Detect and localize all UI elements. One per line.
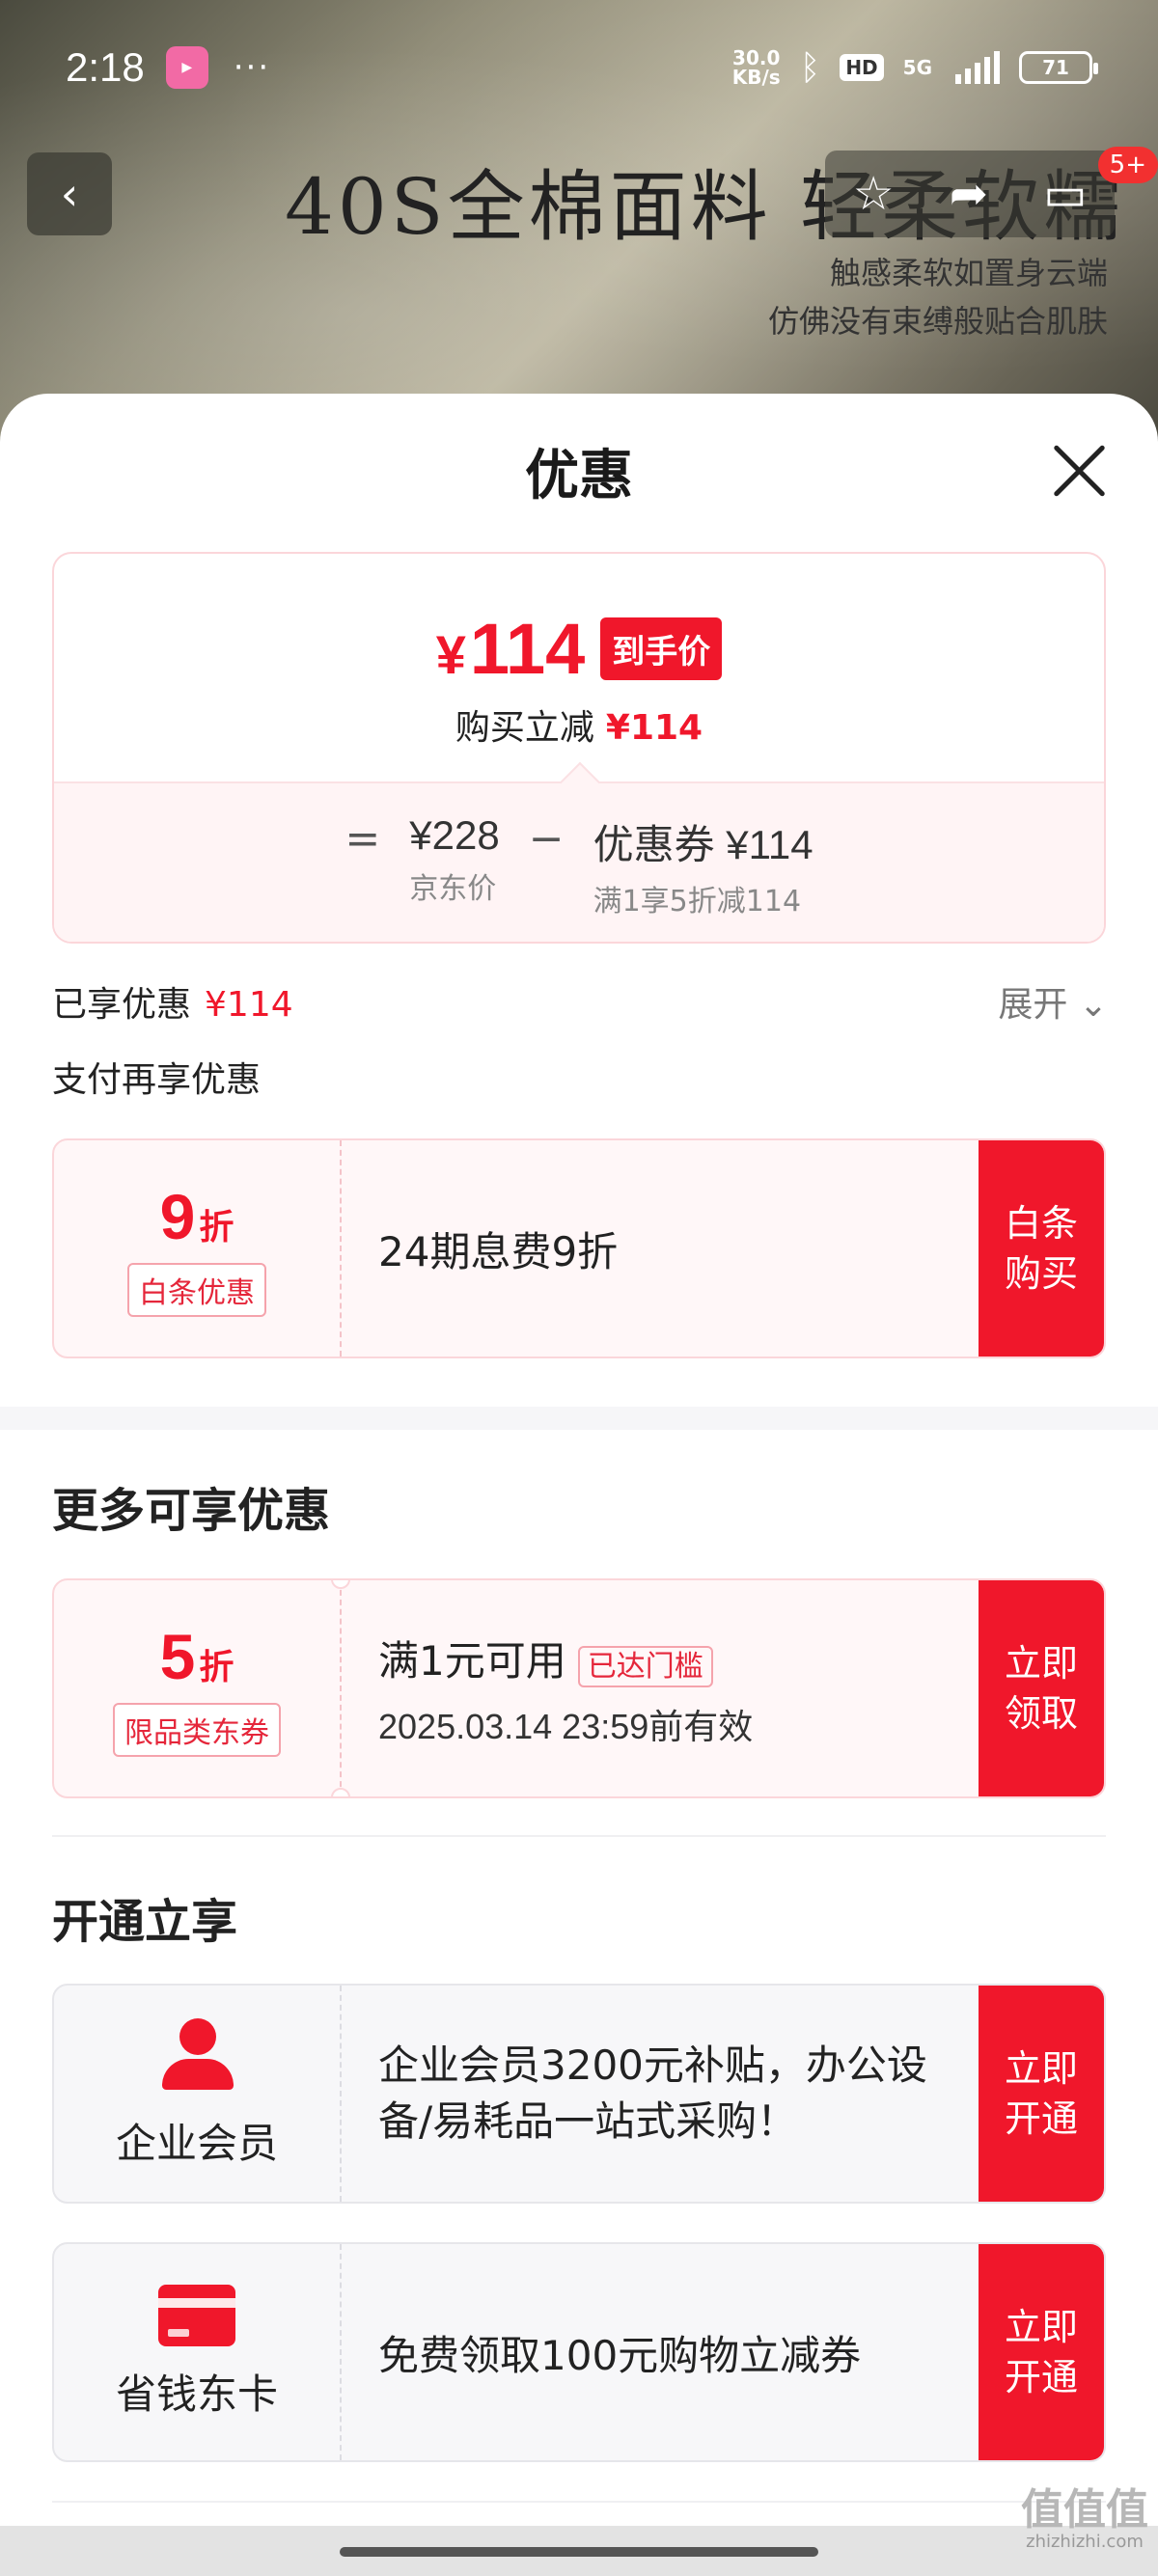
card-desc: 免费领取100元购物立减券 xyxy=(378,2331,862,2379)
section-divider xyxy=(0,1407,1158,1430)
cart-icon[interactable]: ▭ xyxy=(1043,167,1087,221)
final-price-value: 114 xyxy=(469,609,586,689)
member-icon xyxy=(158,2017,235,2096)
discount-unit: 折 xyxy=(199,1208,234,1247)
network-speed-unit: KB/s xyxy=(731,66,781,89)
divider xyxy=(52,1835,1106,1837)
open-saving-card-button[interactable]: 立即开通 xyxy=(979,2244,1104,2460)
network-speed: 30.0 KB/s xyxy=(732,48,781,87)
expand-label: 展开 xyxy=(998,985,1068,1025)
baitiao-buy-button[interactable]: 白条购买 xyxy=(979,1140,1104,1357)
coupon-expiry: 2025.03.14 23:59前有效 xyxy=(378,1706,754,1746)
status-more-icon: ··· xyxy=(233,48,271,87)
battery-icon: 71 xyxy=(1019,51,1098,84)
chevron-left-icon: ‹ xyxy=(60,168,79,220)
card-left: 企业会员 xyxy=(54,1986,342,2202)
jd-price-label: 京东价 xyxy=(409,872,497,906)
claim-coupon-button[interactable]: 立即领取 xyxy=(979,1580,1104,1796)
coupon-chip: 白条优惠 xyxy=(127,1263,266,1317)
jd-price-col: ¥228 京东价 xyxy=(409,812,499,907)
coupon-col: 优惠券 ¥114 满1享5折减114 xyxy=(593,812,813,919)
enterprise-member-card: 企业会员 企业会员3200元补贴，办公设备/易耗品一站式采购！ 立即开通 xyxy=(52,1984,1106,2204)
card-desc: 企业会员3200元补贴，办公设备/易耗品一站式采购！ xyxy=(378,2042,927,2145)
star-icon[interactable]: ☆ xyxy=(853,167,895,221)
home-bar[interactable] xyxy=(340,2547,818,2557)
threshold-badge: 已达门槛 xyxy=(577,1646,713,1687)
network-type: 5G xyxy=(902,56,932,79)
divider xyxy=(52,2501,1106,2503)
watermark: 值值值 zhizhizhi.com xyxy=(1021,2489,1148,2553)
coupon-chip: 限品类东券 xyxy=(113,1703,281,1757)
status-time: 2:18 xyxy=(66,44,145,90)
jd-price: ¥228 xyxy=(409,812,500,858)
saving-card: 省钱东卡 免费领取100元购物立减券 立即开通 xyxy=(52,2242,1106,2462)
open-enterprise-button[interactable]: 立即开通 xyxy=(979,1986,1104,2202)
discount-sheet: 优惠 ¥114 到手价 购买立减 ¥114 = ¥228 京东价 − 优惠券 ¥1… xyxy=(0,394,1158,2576)
jd-coupon: 5折 限品类东券 满1元可用 已达门槛 2025.03.14 23:59前有效 立… xyxy=(52,1578,1106,1798)
coupon-body: 24期息费9折 xyxy=(342,1140,979,1357)
coupon-condition-text: 满1元可用 xyxy=(378,1636,566,1685)
final-price: ¥114 xyxy=(436,608,586,690)
home-indicator xyxy=(0,2526,1158,2576)
final-price-tag: 到手价 xyxy=(600,617,723,680)
more-discounts-title: 更多可享优惠 xyxy=(52,1484,331,1538)
top-action-group: ☆ ➦ ▭ xyxy=(825,151,1115,237)
discount-number: 5 xyxy=(159,1621,196,1692)
banner-subtitle: 触感柔软如置身云端 仿佛没有束缚般贴合肌肤 xyxy=(768,249,1108,345)
hd-icon: HD xyxy=(840,54,884,81)
back-button[interactable]: ‹ xyxy=(27,152,112,235)
coupon-desc: 24期息费9折 xyxy=(378,1227,619,1275)
open-benefits-title: 开通立享 xyxy=(52,1895,238,1949)
coupon-value: 优惠券 ¥114 xyxy=(593,822,813,867)
price-top: ¥114 到手价 购买立减 ¥114 xyxy=(54,554,1104,783)
bilibili-app-icon: ▶ xyxy=(165,46,208,89)
minus-sign: − xyxy=(528,814,565,863)
currency-symbol: ¥ xyxy=(435,624,466,685)
banner-subtitle-line1: 触感柔软如置身云端 xyxy=(829,255,1108,291)
watermark-text: 值值值 xyxy=(1021,2485,1148,2535)
card-body: 企业会员3200元补贴，办公设备/易耗品一站式采购！ xyxy=(342,1986,979,2202)
card-icon xyxy=(158,2284,235,2346)
card-label: 省钱东卡 xyxy=(115,2370,278,2418)
final-price-row: ¥114 到手价 xyxy=(436,608,723,690)
instant-reduce-value: ¥114 xyxy=(605,708,703,748)
card-left: 省钱东卡 xyxy=(54,2244,342,2460)
instant-reduce-label: 购买立减 xyxy=(455,708,594,748)
card-body: 免费领取100元购物立减券 xyxy=(342,2244,979,2460)
baitiao-coupon: 9折 白条优惠 24期息费9折 白条购买 xyxy=(52,1138,1106,1358)
enjoyed-discount: 已享优惠 ¥114 xyxy=(52,976,293,1027)
chevron-down-icon: ⌄ xyxy=(1078,985,1108,1025)
discount-number: 9 xyxy=(159,1181,196,1252)
enjoyed-label: 已享优惠 xyxy=(52,985,192,1025)
signal-icon xyxy=(955,51,1000,84)
coupon-left: 5折 限品类东券 xyxy=(54,1580,350,1796)
enjoyed-value: ¥114 xyxy=(205,985,293,1025)
card-label: 企业会员 xyxy=(115,2119,278,2167)
discount-value: 5折 xyxy=(160,1620,234,1693)
coupon-desc: 满1享5折减114 xyxy=(593,885,802,918)
network-speed-value: 30.0 xyxy=(732,46,781,69)
share-icon[interactable]: ➦ xyxy=(950,167,988,221)
battery-level: 71 xyxy=(1042,56,1069,79)
bluetooth-icon: ᛒ xyxy=(799,47,821,88)
pay-more-title: 支付再享优惠 xyxy=(52,1060,262,1100)
watermark-url: zhizhizhi.com xyxy=(1026,2532,1144,2552)
discount-unit: 折 xyxy=(199,1648,234,1687)
equals-sign: = xyxy=(345,814,381,863)
status-indicators: 30.0 KB/s ᛒ HD 5G 71 xyxy=(732,47,1098,88)
price-breakdown: = ¥228 京东价 − 优惠券 ¥114 满1享5折减114 xyxy=(54,781,1104,942)
banner-subtitle-line2: 仿佛没有束缚般贴合肌肤 xyxy=(767,303,1108,340)
coupon-condition: 满1元可用 已达门槛 xyxy=(378,1629,979,1687)
instant-reduce: 购买立减 ¥114 xyxy=(455,699,703,750)
sheet-title: 优惠 xyxy=(525,445,633,507)
status-bar: 2:18 ▶ ··· 30.0 KB/s ᛒ HD 5G 71 xyxy=(0,0,1158,135)
close-icon[interactable] xyxy=(1050,442,1108,500)
discount-value: 9折 xyxy=(160,1180,234,1253)
coupon-body: 满1元可用 已达门槛 2025.03.14 23:59前有效 xyxy=(342,1580,979,1796)
cart-count-badge: 5+ xyxy=(1097,147,1158,183)
expand-button[interactable]: 展开 ⌄ xyxy=(998,976,1108,1027)
price-summary-card: ¥114 到手价 购买立减 ¥114 = ¥228 京东价 − 优惠券 ¥114 … xyxy=(52,552,1106,944)
coupon-left: 9折 白条优惠 xyxy=(54,1140,342,1357)
